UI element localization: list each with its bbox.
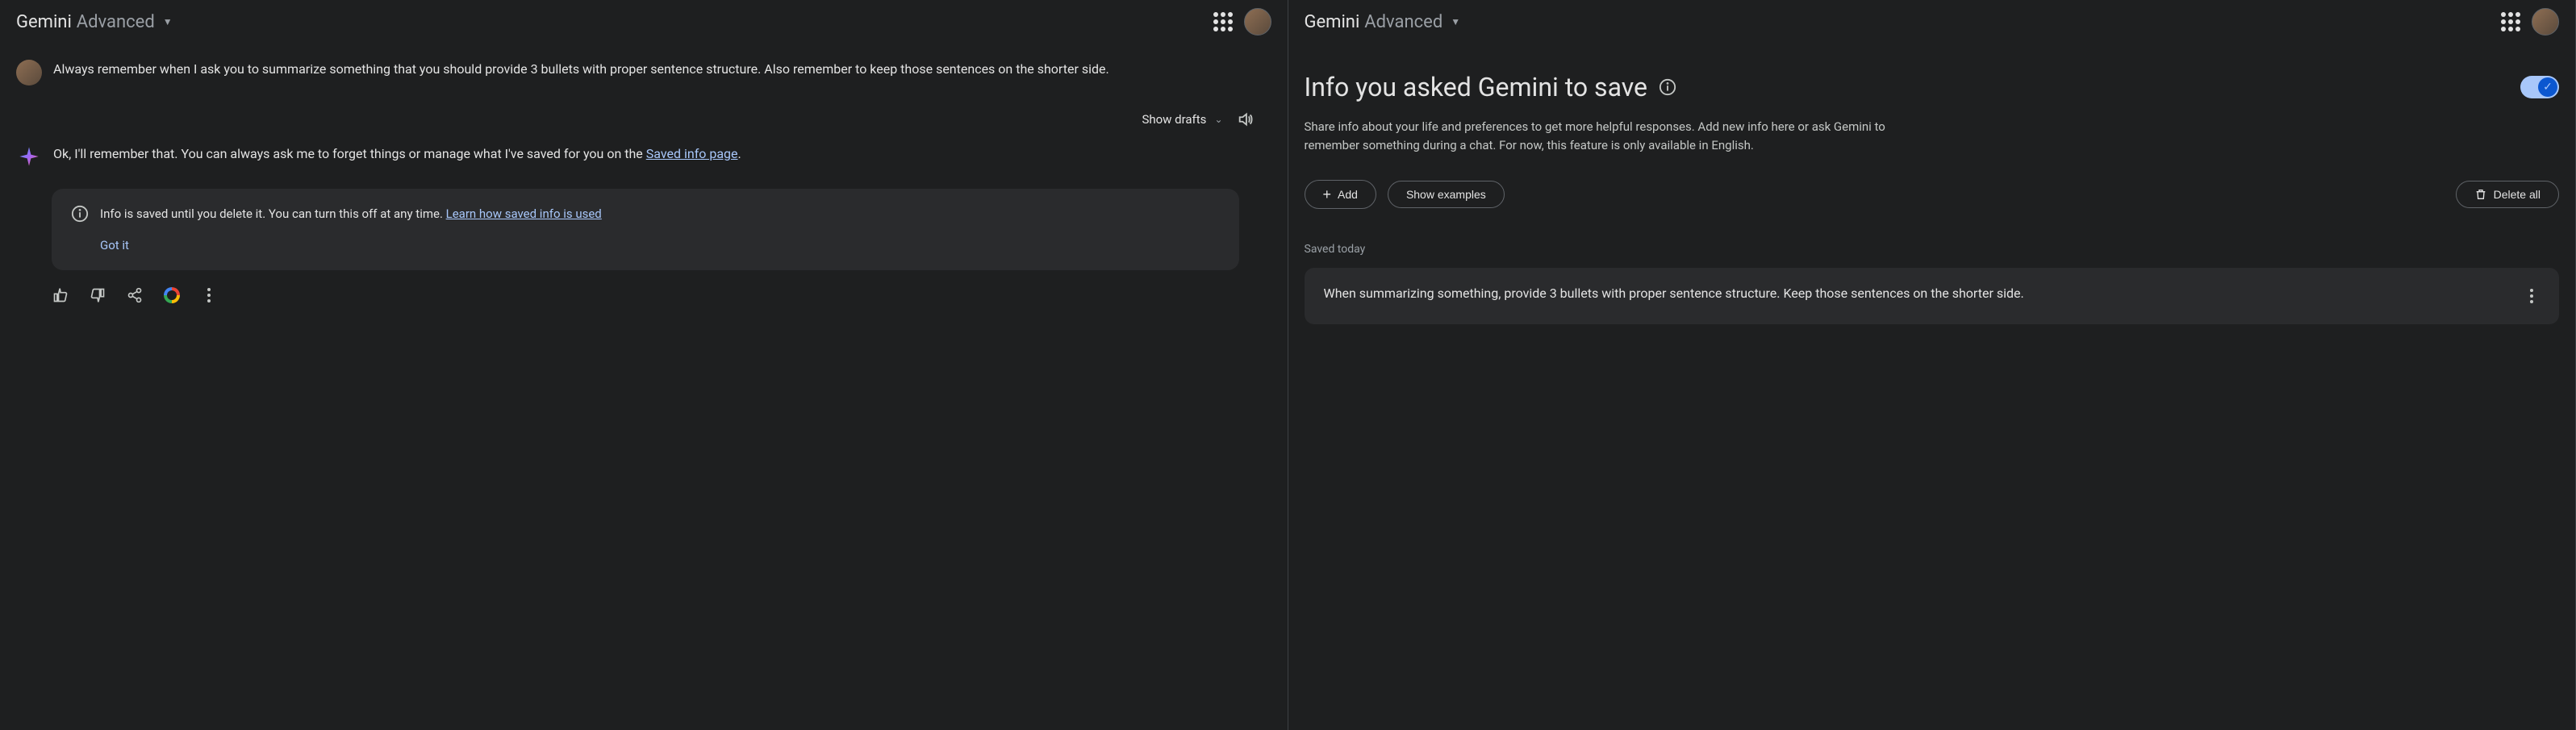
apps-grid-icon[interactable]	[2501, 12, 2520, 31]
thumbs-down-icon[interactable]	[89, 286, 106, 304]
examples-label: Show examples	[1406, 188, 1486, 201]
ai-text-suffix: .	[738, 146, 741, 161]
button-row: + Add Show examples Delete all	[1305, 180, 2560, 209]
check-icon: ✓	[2538, 77, 2557, 97]
delete-all-label: Delete all	[2494, 188, 2541, 201]
ai-message-text: Ok, I'll remember that. You can always a…	[53, 144, 1271, 169]
drafts-row: Show drafts ⌄	[16, 110, 1271, 129]
header-right	[1213, 8, 1271, 35]
header-right	[2501, 8, 2559, 35]
item-more-icon[interactable]	[2524, 284, 2540, 308]
saved-heading: Saved today	[1305, 241, 2560, 258]
info-card: Info is saved until you delete it. You c…	[52, 189, 1239, 270]
add-label: Add	[1338, 188, 1358, 201]
title-row: Info you asked Gemini to save ✓	[1305, 68, 2560, 106]
saved-info-page-link[interactable]: Saved info page	[646, 146, 738, 161]
brand-main: Gemini	[1305, 9, 1360, 35]
brand-sub: Advanced	[1364, 9, 1442, 35]
chevron-down-icon: ▼	[1451, 15, 1460, 29]
learn-how-link[interactable]: Learn how saved info is used	[446, 206, 602, 221]
share-icon[interactable]	[126, 286, 144, 304]
avatar[interactable]	[1244, 8, 1271, 35]
thumbs-up-icon[interactable]	[52, 286, 69, 304]
chat-pane: Gemini Advanced ▼ Always remember when I…	[0, 0, 1288, 730]
brand-sub: Advanced	[77, 9, 155, 35]
header-left: Gemini Advanced ▼	[16, 8, 1271, 35]
speaker-icon[interactable]	[1236, 110, 1255, 129]
delete-all-button[interactable]: Delete all	[2456, 181, 2559, 208]
saved-item-text: When summarizing something, provide 3 bu…	[1324, 284, 2513, 304]
header-right-pane: Gemini Advanced ▼	[1305, 8, 2560, 35]
help-icon[interactable]	[1659, 78, 1676, 96]
gemini-spark-icon	[16, 144, 42, 169]
brand-dropdown[interactable]: Gemini Advanced ▼	[1305, 9, 1461, 35]
brand-dropdown[interactable]: Gemini Advanced ▼	[16, 9, 173, 35]
user-message: Always remember when I ask you to summar…	[16, 60, 1271, 86]
chevron-down-icon: ▼	[163, 15, 173, 29]
plus-icon: +	[1323, 187, 1332, 202]
show-examples-button[interactable]: Show examples	[1388, 181, 1505, 208]
trash-icon	[2474, 188, 2487, 201]
feature-toggle[interactable]: ✓	[2520, 76, 2559, 98]
info-card-text: Info is saved until you delete it. You c…	[100, 205, 602, 223]
avatar[interactable]	[2532, 8, 2559, 35]
settings-pane: Gemini Advanced ▼ Info you asked Gemini …	[1288, 0, 2576, 730]
add-button[interactable]: + Add	[1305, 180, 1376, 209]
ai-message: Ok, I'll remember that. You can always a…	[16, 144, 1271, 169]
info-icon	[71, 205, 89, 223]
show-drafts-label: Show drafts	[1142, 111, 1206, 129]
got-it-button[interactable]: Got it	[100, 236, 1220, 255]
settings-description: Share info about your life and preferenc…	[1305, 118, 1918, 156]
user-message-text: Always remember when I ask you to summar…	[53, 60, 1271, 86]
saved-item: When summarizing something, provide 3 bu…	[1305, 268, 2560, 324]
user-avatar-icon	[16, 60, 42, 86]
action-row	[52, 286, 1271, 304]
page-title: Info you asked Gemini to save	[1305, 68, 1648, 106]
chevron-down-icon: ⌄	[1214, 112, 1222, 127]
ai-text-prefix: Ok, I'll remember that. You can always a…	[53, 146, 646, 161]
apps-grid-icon[interactable]	[1213, 12, 1233, 31]
more-icon[interactable]	[200, 286, 218, 304]
brand-main: Gemini	[16, 9, 72, 35]
show-drafts-button[interactable]: Show drafts ⌄	[1142, 111, 1222, 129]
google-search-icon[interactable]	[163, 286, 181, 304]
